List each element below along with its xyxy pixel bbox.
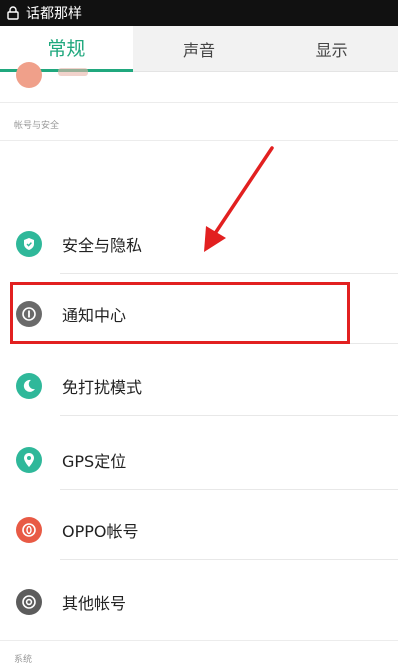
annotation-arrow — [204, 146, 274, 252]
